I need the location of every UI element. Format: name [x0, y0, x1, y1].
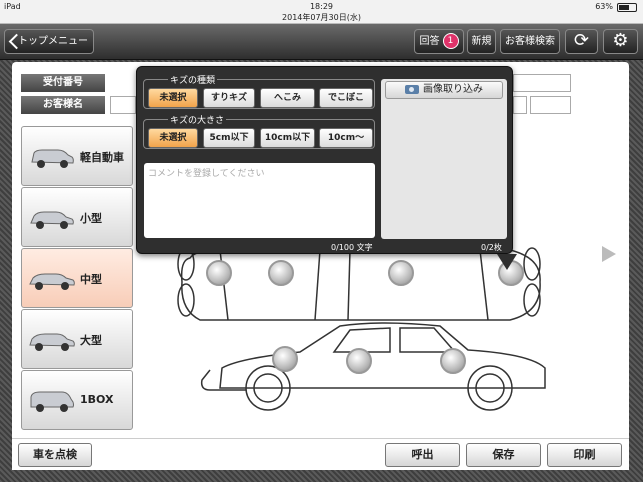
reception-number-field[interactable]	[513, 74, 571, 92]
kei-car-icon	[31, 149, 74, 168]
vehicle-size-kei-button[interactable]: 軽自動車	[21, 126, 133, 186]
vehicle-size-label: 小型	[80, 212, 102, 225]
print-button[interactable]: 印刷	[547, 443, 622, 467]
navigation-bar: トップメニュー 回答 1 新規 お客様検索 ⟳ ⚙	[0, 24, 643, 60]
damage-type-option-dent[interactable]: へこみ	[260, 88, 315, 108]
damage-type-option-unselected[interactable]: 未選択	[148, 88, 198, 108]
inspection-point-top-1[interactable]	[268, 260, 294, 286]
large-car-icon	[29, 333, 75, 351]
reception-number-label: 受付番号	[21, 74, 105, 92]
call-button[interactable]: 呼出	[385, 443, 460, 467]
vehicle-size-label: 1BOX	[80, 393, 114, 406]
vehicle-size-label: 軽自動車	[80, 151, 124, 164]
small-car-icon	[30, 211, 74, 229]
answer-badge: 1	[442, 33, 459, 49]
battery-percent: 63%	[595, 2, 613, 11]
save-button[interactable]: 保存	[466, 443, 541, 467]
damage-size-option-5cm[interactable]: 5cm以下	[203, 128, 255, 148]
status-bar: iPad 18:29 2014年07月30日(水) 63%	[0, 0, 643, 24]
medium-car-icon	[29, 273, 75, 290]
battery-icon	[617, 3, 637, 12]
new-button[interactable]: 新規	[467, 29, 496, 54]
customer-extra-field-2[interactable]	[530, 96, 571, 114]
car-diagram	[150, 240, 590, 440]
import-image-button[interactable]: 画像取り込み	[385, 81, 503, 99]
customer-name-field[interactable]	[110, 96, 136, 114]
customer-search-button[interactable]: お客様検索	[500, 29, 560, 54]
vehicle-size-label: 中型	[80, 273, 102, 286]
comment-char-counter: 0/100 文字	[331, 243, 373, 252]
answer-button[interactable]: 回答 1	[414, 29, 464, 54]
vehicle-size-medium-button[interactable]: 中型	[21, 248, 133, 308]
damage-popover: キズの種類 未選択 すりキズ へこみ でこぼこ キズの大きさ 未選択 5cm以下…	[136, 66, 513, 254]
image-area: 画像取り込み	[381, 79, 507, 239]
inspection-point-side-front[interactable]	[272, 346, 298, 372]
gear-icon[interactable]: ⚙	[603, 29, 638, 54]
damage-size-title: キズの大きさ	[168, 113, 227, 126]
import-image-label: 画像取り込み	[423, 84, 483, 95]
van-icon	[30, 391, 74, 412]
vehicle-size-small-button[interactable]: 小型	[21, 187, 133, 247]
next-page-arrow-icon[interactable]	[602, 246, 616, 262]
vehicle-size-label: 大型	[80, 334, 102, 347]
inspection-point-top-2[interactable]	[388, 260, 414, 286]
back-to-top-menu-button[interactable]: トップメニュー	[4, 29, 94, 54]
damage-type-option-scratch[interactable]: すりキズ	[203, 88, 255, 108]
image-counter: 0/2枚	[481, 243, 502, 252]
inspection-point-side-rear[interactable]	[440, 348, 466, 374]
damage-type-title: キズの種類	[168, 73, 218, 86]
damage-size-option-unselected[interactable]: 未選択	[148, 128, 198, 148]
answer-label: 回答	[419, 36, 440, 47]
vehicle-size-large-button[interactable]: 大型	[21, 309, 133, 369]
inspection-point-side-middle[interactable]	[346, 348, 372, 374]
customer-extra-field[interactable]	[513, 96, 527, 114]
damage-size-option-10cm[interactable]: 10cm以下	[260, 128, 315, 148]
comment-textarea[interactable]: コメントを登録してください	[144, 163, 375, 238]
damage-size-option-over-10cm[interactable]: 10cm〜	[319, 128, 373, 148]
damage-type-option-bumpy[interactable]: でこぼこ	[319, 88, 373, 108]
inspect-car-button[interactable]: 車を点検	[18, 443, 92, 467]
vehicle-size-1box-button[interactable]: 1BOX	[21, 370, 133, 430]
refresh-icon[interactable]: ⟳	[565, 29, 598, 54]
customer-name-label: お客様名	[21, 96, 105, 114]
popover-pointer	[497, 254, 517, 270]
camera-icon	[405, 84, 419, 94]
inspection-point-front-left[interactable]	[206, 260, 232, 286]
status-date: 2014年07月30日(水)	[282, 13, 361, 22]
status-time: 18:29	[309, 2, 334, 11]
